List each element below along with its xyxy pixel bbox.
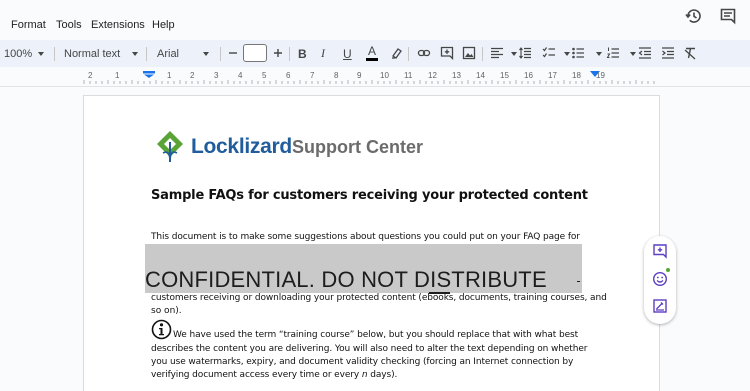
menu-extensions[interactable]: Extensions — [91, 18, 145, 32]
insert-image-icon[interactable] — [462, 46, 476, 60]
ruler-number: 3 — [214, 71, 219, 80]
logo-suffix-text: Support Center — [292, 137, 424, 157]
menu-tools[interactable]: Tools — [56, 18, 82, 32]
ruler-number: 13 — [452, 71, 461, 80]
history-icon[interactable] — [684, 7, 702, 25]
ruler-number: 10 — [380, 71, 389, 80]
intro-paragraph: This document is to make some suggestion… — [151, 232, 580, 242]
text-color-icon[interactable]: A — [366, 40, 378, 67]
ruler-number: 5 — [262, 71, 267, 80]
divider — [146, 47, 147, 61]
add-comment-icon[interactable] — [652, 243, 668, 259]
ruler-number: 4 — [238, 71, 243, 80]
divider — [408, 47, 409, 61]
ruler-number: 18 — [572, 71, 581, 80]
divider — [220, 47, 221, 61]
note-line: describes the content you are delivering… — [151, 344, 588, 354]
note-text: verifying document access every time or … — [151, 370, 362, 380]
zoom-value: 100% — [4, 47, 33, 60]
chevron-down-icon[interactable] — [596, 52, 602, 56]
notification-dot — [666, 268, 670, 272]
locklizard-logo-icon — [157, 131, 183, 163]
chevron-down-icon — [38, 51, 45, 56]
align-icon[interactable] — [490, 46, 504, 60]
ruler-number: 16 — [524, 71, 533, 80]
side-action-panel — [644, 236, 676, 324]
menu-help[interactable]: Help — [152, 18, 175, 32]
ruler-number: 11 — [404, 71, 413, 80]
ruler-ticks — [83, 80, 655, 84]
ruler-number: 6 — [286, 71, 291, 80]
logo-brand-text: Locklizard — [191, 135, 292, 158]
note-text: days). — [367, 370, 398, 380]
ruler-number: 1 — [167, 71, 172, 80]
ruler-number: 17 — [548, 71, 557, 80]
clear-formatting-icon[interactable] — [683, 46, 697, 60]
italic-icon[interactable]: I — [321, 40, 325, 67]
emoji-icon[interactable] — [652, 271, 668, 287]
menu-bar: Format Tools Extensions Help — [0, 0, 750, 40]
decrease-indent-icon[interactable] — [638, 46, 652, 60]
toolbar: 100% Normal text Arial B I U A — [0, 40, 750, 67]
paragraph-line: customers receiving or downloading your … — [151, 293, 607, 303]
plus-icon[interactable] — [271, 46, 285, 60]
ruler-number: 19 — [596, 71, 605, 80]
bold-icon[interactable]: B — [298, 40, 307, 67]
underline-icon[interactable]: U — [343, 40, 352, 67]
ruler-number: 2 — [190, 71, 195, 80]
suggest-edit-icon[interactable] — [652, 298, 668, 314]
chevron-down-icon — [203, 51, 210, 56]
comments-icon[interactable] — [719, 7, 737, 25]
zoom-select[interactable]: 100% — [4, 40, 45, 67]
chevron-down-icon[interactable] — [511, 52, 517, 56]
ruler-number: 12 — [428, 71, 437, 80]
ruler-number: 1 — [115, 71, 120, 80]
chevron-down-icon[interactable] — [630, 52, 636, 56]
line-spacing-icon[interactable] — [518, 46, 532, 60]
watermark-text: CONFIDENTIAL. DO NOT DISTRIBUTE — [145, 267, 547, 292]
ruler-number: 9 — [357, 71, 362, 80]
ruler-number: 7 — [310, 71, 315, 80]
highlight-icon[interactable] — [389, 46, 403, 60]
note-line: verifying document access every time or … — [151, 370, 397, 380]
watermark-dash — [577, 281, 580, 282]
ruler-number: 14 — [476, 71, 485, 80]
add-comment-icon[interactable] — [440, 46, 454, 60]
ruler: 2 1 1 2 3 4 5 6 7 8 9 10 11 12 13 14 15 … — [0, 67, 750, 87]
info-icon — [151, 319, 172, 340]
document-heading: Sample FAQs for customers receiving your… — [151, 188, 588, 203]
chevron-down-icon — [132, 51, 139, 56]
paragraph-line: so on). — [151, 306, 182, 316]
bullet-list-icon[interactable] — [571, 46, 585, 60]
ruler-number: 15 — [500, 71, 509, 80]
note-line: you use watermarks, expiry, and document… — [151, 357, 574, 367]
font-value: Arial — [157, 47, 180, 60]
menu-format[interactable]: Format — [11, 18, 46, 32]
font-select[interactable]: Arial — [157, 40, 210, 67]
link-icon[interactable] — [417, 46, 431, 60]
font-size-input[interactable] — [243, 44, 267, 62]
chevron-down-icon[interactable] — [564, 52, 570, 56]
style-value: Normal text — [64, 47, 121, 60]
divider — [482, 47, 483, 61]
divider — [54, 47, 55, 61]
checklist-icon[interactable] — [542, 46, 556, 60]
left-indent-marker[interactable] — [142, 71, 156, 78]
note-line: We have used the term “training course” … — [173, 330, 579, 340]
ruler-number: 8 — [334, 71, 339, 80]
increase-indent-icon[interactable] — [661, 46, 675, 60]
numbered-list-icon[interactable] — [606, 46, 620, 60]
minus-icon[interactable] — [226, 46, 240, 60]
style-select[interactable]: Normal text — [64, 40, 139, 67]
divider — [289, 47, 290, 61]
ruler-number: 2 — [88, 71, 93, 80]
